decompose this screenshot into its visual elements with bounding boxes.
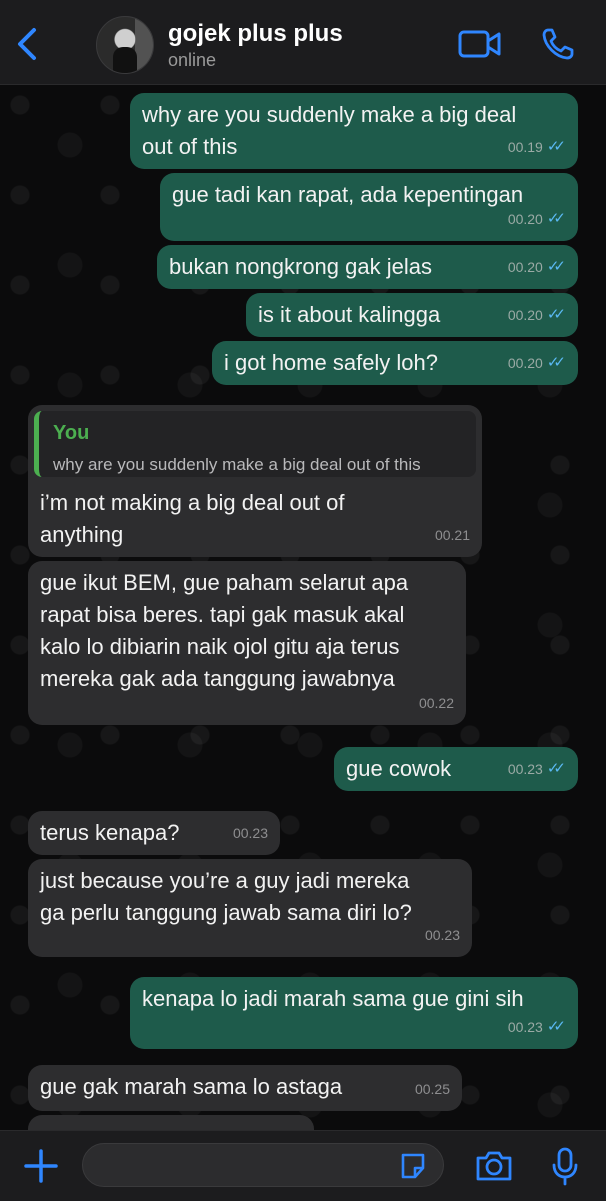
attach-button[interactable]	[22, 1147, 60, 1185]
message-time: 00.23	[507, 1019, 543, 1035]
contact-name[interactable]: gojek plus plus	[168, 20, 343, 48]
message-bubble-incoming-partial[interactable]	[28, 1115, 314, 1130]
sticker-icon	[401, 1153, 425, 1179]
message-bubble-outgoing[interactable]: is it about kalingga 00.20 ✓✓	[246, 293, 578, 337]
double-check-icon: ✓✓	[546, 306, 566, 323]
avatar[interactable]	[96, 16, 154, 74]
message-text: i got home safely loh?	[224, 350, 439, 375]
chat-header: gojek plus plus online	[0, 0, 606, 85]
message-bubble-outgoing[interactable]: i got home safely loh? 00.20 ✓✓	[212, 341, 578, 385]
message-bubble-outgoing[interactable]: gue cowok 00.23 ✓✓	[334, 747, 578, 791]
microphone-icon	[552, 1147, 578, 1186]
message-bubble-outgoing[interactable]: kenapa lo jadi marah sama gue gini sih 0…	[130, 977, 578, 1049]
message-time: 00.20	[507, 307, 543, 323]
message-time: 00.25	[414, 1081, 450, 1097]
message-bubble-incoming[interactable]: You why are you suddenly make a big deal…	[28, 405, 482, 557]
message-bubble-outgoing[interactable]: bukan nongkrong gak jelas 00.20 ✓✓	[157, 245, 578, 289]
message-text: i’m not making a big deal out of anythin…	[40, 490, 345, 547]
message-bubble-incoming[interactable]: gue gak marah sama lo astaga 00.25	[28, 1065, 462, 1111]
quote-text: why are you suddenly make a big deal out…	[53, 455, 421, 474]
microphone-button[interactable]	[550, 1147, 580, 1187]
message-text: gue tadi kan rapat, ada kepentingan	[172, 182, 524, 207]
message-composer	[0, 1130, 606, 1201]
message-time: 00.19	[507, 139, 543, 155]
plus-icon	[24, 1149, 58, 1183]
voice-call-button[interactable]	[540, 26, 576, 62]
message-time: 00.23	[232, 825, 268, 841]
message-time: 00.22	[418, 695, 454, 711]
video-call-button[interactable]	[458, 28, 502, 60]
message-text: why are you suddenly make a big deal out…	[142, 102, 517, 159]
message-text: gue gak marah sama lo astaga	[40, 1074, 343, 1099]
message-text: terus kenapa?	[40, 820, 180, 845]
message-text: gue cowok	[346, 756, 452, 781]
message-bubble-incoming[interactable]: just because you’re a guy jadi mereka ga…	[28, 859, 472, 957]
message-text: just because you’re a guy jadi mereka ga…	[40, 868, 412, 925]
message-input[interactable]	[82, 1143, 444, 1187]
phone-icon	[542, 28, 574, 60]
message-list[interactable]: why are you suddenly make a big deal out…	[0, 85, 606, 1130]
camera-button[interactable]	[474, 1149, 514, 1183]
video-camera-icon	[458, 30, 501, 58]
message-time: 00.20	[507, 211, 543, 227]
double-check-icon: ✓✓	[546, 138, 566, 155]
quote-author: You	[53, 422, 90, 444]
double-check-icon: ✓✓	[546, 258, 566, 275]
message-time: 00.20	[507, 259, 543, 275]
message-bubble-outgoing[interactable]: why are you suddenly make a big deal out…	[130, 93, 578, 169]
message-time: 00.21	[434, 527, 470, 543]
message-text: gue ikut BEM, gue paham selarut apa rapa…	[40, 570, 409, 691]
double-check-icon: ✓✓	[546, 210, 566, 227]
message-bubble-incoming[interactable]: terus kenapa? 00.23	[28, 811, 280, 855]
message-bubble-incoming[interactable]: gue ikut BEM, gue paham selarut apa rapa…	[28, 561, 466, 725]
double-check-icon: ✓✓	[546, 354, 566, 371]
message-text: is it about kalingga	[258, 302, 441, 327]
camera-icon	[476, 1151, 512, 1181]
back-button[interactable]	[10, 24, 44, 64]
message-time: 00.23	[424, 927, 460, 943]
message-time: 00.23	[507, 761, 543, 777]
quoted-reply[interactable]: You why are you suddenly make a big deal…	[34, 411, 476, 477]
message-bubble-outgoing[interactable]: gue tadi kan rapat, ada kepentingan 00.2…	[160, 173, 578, 241]
contact-status: online	[168, 50, 217, 70]
message-text: bukan nongkrong gak jelas	[169, 254, 432, 279]
message-time: 00.20	[507, 355, 543, 371]
chevron-left-icon	[18, 28, 36, 60]
double-check-icon: ✓✓	[546, 760, 566, 777]
message-text: kenapa lo jadi marah sama gue gini sih	[142, 986, 524, 1011]
double-check-icon: ✓✓	[546, 1018, 566, 1035]
sticker-button[interactable]	[398, 1151, 428, 1181]
